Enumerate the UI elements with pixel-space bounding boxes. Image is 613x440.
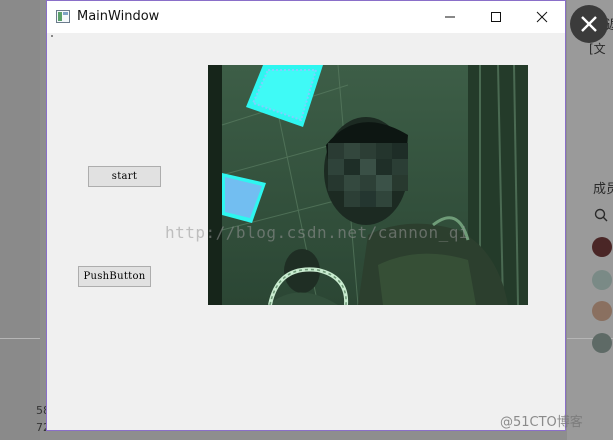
overlay-close-button[interactable] — [570, 5, 608, 43]
avatar[interactable] — [592, 270, 612, 290]
corner-watermark: @51CTO博客 — [500, 415, 583, 430]
main-window: MainWindow start PushButton http://blog.… — [46, 0, 566, 431]
maximize-icon — [491, 12, 501, 22]
search-icon[interactable] — [594, 208, 608, 222]
window-title: MainWindow — [77, 9, 160, 24]
minimize-button[interactable] — [427, 1, 473, 33]
background-page-left — [0, 0, 40, 440]
avatar[interactable] — [592, 301, 612, 321]
camera-feed-view — [208, 65, 528, 305]
avatar[interactable] — [592, 237, 612, 257]
menu-marker — [51, 35, 53, 37]
close-button[interactable] — [519, 1, 565, 33]
avatar[interactable] — [592, 333, 612, 353]
divider — [0, 338, 40, 339]
start-button[interactable]: start — [88, 166, 161, 187]
push-button[interactable]: PushButton — [78, 266, 151, 287]
minimize-icon — [445, 16, 455, 18]
title-bar[interactable]: MainWindow — [47, 1, 565, 33]
menu-bar — [47, 33, 565, 38]
close-icon — [581, 16, 597, 32]
maximize-button[interactable] — [473, 1, 519, 33]
close-icon — [536, 11, 548, 23]
background-text: 成员 — [593, 182, 613, 197]
app-icon — [56, 10, 70, 23]
camera-feed-image — [208, 65, 528, 305]
watermark-text: http://blog.csdn.net/cannon_qi — [165, 223, 469, 242]
